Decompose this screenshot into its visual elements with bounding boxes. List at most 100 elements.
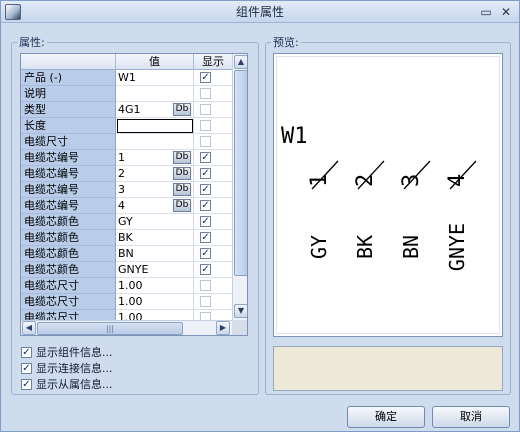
title-bar[interactable]: 组件属性 ▭ ✕ <box>1 1 519 23</box>
show-cell: ✓ <box>194 246 232 262</box>
table-row[interactable]: 电缆芯颜色 BK ✓ <box>21 230 232 246</box>
table-row[interactable]: 长度 <box>21 118 232 134</box>
checkbox-show-component-info[interactable]: ✓ <box>21 347 32 358</box>
property-name: 长度 <box>21 118 116 134</box>
core-number: 1 <box>307 174 332 187</box>
value-edit-field[interactable] <box>117 119 193 133</box>
scroll-right-icon[interactable]: ▶ <box>216 321 230 335</box>
show-cell <box>194 134 232 150</box>
property-value[interactable]: 1.00 <box>116 294 194 310</box>
minimize-icon[interactable]: ▭ <box>478 4 494 20</box>
value-text: 3 <box>118 183 125 196</box>
show-checkbox[interactable] <box>200 120 211 131</box>
grid-header: 值 显示 <box>21 54 232 70</box>
close-icon[interactable]: ✕ <box>498 4 514 20</box>
table-row[interactable]: 电缆芯颜色 GY ✓ <box>21 214 232 230</box>
cable-core: 3 BN <box>399 160 431 259</box>
database-button[interactable]: Db <box>173 167 191 180</box>
preview-canvas: W1 1 GY 2 BK 3 BN 4 GNYE <box>273 53 503 337</box>
ok-button[interactable]: 确定 <box>347 406 425 428</box>
show-checkbox[interactable]: ✓ <box>200 232 211 243</box>
properties-grid[interactable]: 值 显示 产品 (-) W1 ✓ 说明 类型 4G1 Db 长度 电缆尺寸 电缆芯编号 1 Db ✓ 电缆… <box>20 53 248 336</box>
scroll-corner <box>232 320 247 335</box>
property-value[interactable]: GNYE <box>116 262 194 278</box>
property-value[interactable]: W1 <box>116 70 194 86</box>
table-row[interactable]: 电缆尺寸 <box>21 134 232 150</box>
table-row[interactable]: 电缆芯尺寸 1.00 <box>21 294 232 310</box>
value-text: BN <box>118 247 134 260</box>
show-checkbox[interactable]: ✓ <box>200 72 211 83</box>
database-button[interactable]: Db <box>173 151 191 164</box>
property-value[interactable]: 2 Db <box>116 166 194 182</box>
option-label: 显示组件信息... <box>36 346 113 359</box>
table-row[interactable]: 电缆芯颜色 GNYE ✓ <box>21 262 232 278</box>
show-checkbox[interactable] <box>200 296 211 307</box>
table-row[interactable]: 类型 4G1 Db <box>21 102 232 118</box>
property-name: 电缆芯颜色 <box>21 262 116 278</box>
show-checkbox[interactable]: ✓ <box>200 168 211 179</box>
cable-symbol: W1 1 GY 2 BK 3 BN 4 GNYE <box>281 124 477 271</box>
value-text: 1 <box>118 151 125 164</box>
show-cell <box>194 86 232 102</box>
show-checkbox[interactable]: ✓ <box>200 184 211 195</box>
core-number: 3 <box>399 174 424 187</box>
preview-inner: W1 1 GY 2 BK 3 BN 4 GNYE <box>276 56 500 334</box>
table-row[interactable]: 电缆芯编号 1 Db ✓ <box>21 150 232 166</box>
property-value[interactable]: BN <box>116 246 194 262</box>
hscroll-thumb[interactable]: ||| <box>37 322 183 335</box>
property-name: 电缆芯颜色 <box>21 246 116 262</box>
value-text: BK <box>118 231 133 244</box>
horizontal-scrollbar[interactable]: ◀ ||| ▶ <box>21 320 232 335</box>
value-text: 2 <box>118 167 125 180</box>
show-checkbox[interactable]: ✓ <box>200 200 211 211</box>
property-name: 电缆芯编号 <box>21 198 116 214</box>
table-row[interactable]: 产品 (-) W1 ✓ <box>21 70 232 86</box>
property-value[interactable]: 4G1 Db <box>116 102 194 118</box>
vertical-scrollbar[interactable]: ▲ ▼ <box>232 54 247 320</box>
show-checkbox[interactable]: ✓ <box>200 216 211 227</box>
checkbox-show-connection-info[interactable]: ✓ <box>21 363 32 374</box>
header-name <box>21 54 116 70</box>
table-row[interactable]: 电缆芯编号 3 Db ✓ <box>21 182 232 198</box>
property-name: 电缆芯编号 <box>21 182 116 198</box>
database-button[interactable]: Db <box>173 199 191 212</box>
database-button[interactable]: Db <box>173 103 191 116</box>
show-checkbox[interactable] <box>200 104 211 115</box>
table-row[interactable]: 电缆芯尺寸 1.00 <box>21 278 232 294</box>
show-checkbox[interactable] <box>200 136 211 147</box>
show-cell: ✓ <box>194 150 232 166</box>
scroll-thumb[interactable] <box>234 70 247 276</box>
property-name: 电缆芯尺寸 <box>21 294 116 310</box>
property-value[interactable] <box>116 86 194 102</box>
scroll-left-icon[interactable]: ◀ <box>22 321 36 335</box>
table-row[interactable]: 电缆芯编号 4 Db ✓ <box>21 198 232 214</box>
property-value[interactable] <box>116 118 194 134</box>
scroll-down-icon[interactable]: ▼ <box>234 304 247 318</box>
show-checkbox[interactable]: ✓ <box>200 248 211 259</box>
table-row[interactable]: 电缆芯编号 2 Db ✓ <box>21 166 232 182</box>
core-number: 4 <box>445 174 470 187</box>
show-cell: ✓ <box>194 230 232 246</box>
show-cell <box>194 278 232 294</box>
show-checkbox[interactable]: ✓ <box>200 264 211 275</box>
show-checkbox[interactable] <box>200 88 211 99</box>
show-cell: ✓ <box>194 166 232 182</box>
show-checkbox[interactable]: ✓ <box>200 152 211 163</box>
table-row[interactable]: 电缆芯颜色 BN ✓ <box>21 246 232 262</box>
property-value[interactable]: GY <box>116 214 194 230</box>
header-value: 值 <box>116 54 194 70</box>
property-value[interactable]: 1 Db <box>116 150 194 166</box>
show-checkbox[interactable] <box>200 280 211 291</box>
cancel-button[interactable]: 取消 <box>432 406 510 428</box>
table-row[interactable]: 说明 <box>21 86 232 102</box>
value-text: GNYE <box>118 263 149 276</box>
scroll-up-icon[interactable]: ▲ <box>234 55 247 69</box>
database-button[interactable]: Db <box>173 183 191 196</box>
property-value[interactable]: 3 Db <box>116 182 194 198</box>
preview-component-label: W1 <box>281 124 308 149</box>
property-value[interactable] <box>116 134 194 150</box>
property-value[interactable]: 4 Db <box>116 198 194 214</box>
property-value[interactable]: BK <box>116 230 194 246</box>
checkbox-show-dependent-info[interactable]: ✓ <box>21 379 32 390</box>
property-value[interactable]: 1.00 <box>116 278 194 294</box>
